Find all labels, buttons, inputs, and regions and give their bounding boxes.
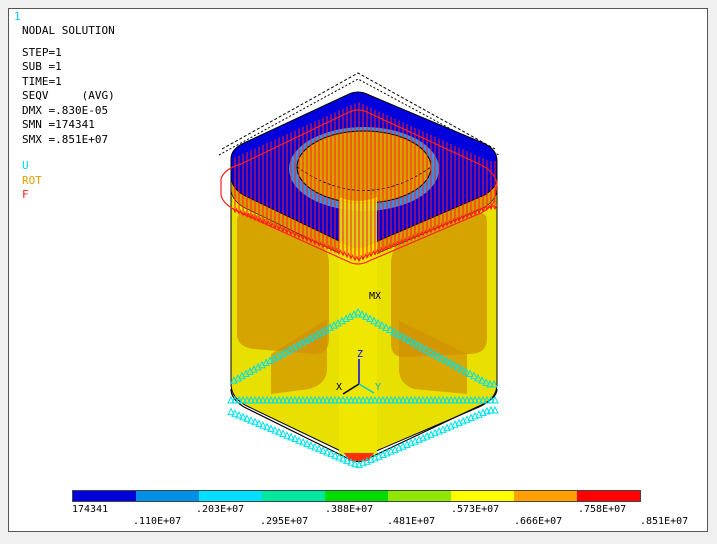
fe-model-plot[interactable]: MX Z X Y bbox=[9, 9, 709, 479]
colorbar-cell-5 bbox=[388, 491, 451, 501]
colorbar-cell-7 bbox=[514, 491, 577, 501]
graphics-viewport[interactable]: 1 NODAL SOLUTION STEP=1 SUB =1 TIME=1 SE… bbox=[8, 8, 708, 532]
cb-label-4: .388E+07 bbox=[325, 504, 374, 515]
triad-z: Z bbox=[357, 349, 363, 360]
colorbar-cell-8 bbox=[577, 491, 640, 501]
colorbar-cell-0 bbox=[73, 491, 136, 501]
triad-x: X bbox=[336, 382, 342, 393]
colorbar-cell-3 bbox=[262, 491, 325, 501]
cb-label-6: .573E+07 bbox=[451, 504, 500, 515]
cb-label-9: .851E+07 bbox=[640, 516, 689, 527]
cb-label-8: .758E+07 bbox=[578, 504, 627, 515]
colorbar-cell-4 bbox=[325, 491, 388, 501]
cb-label-0: 174341 bbox=[72, 504, 109, 515]
cb-label-5: .481E+07 bbox=[387, 516, 436, 527]
cb-label-1: .110E+07 bbox=[133, 516, 182, 527]
colorbar-cell-6 bbox=[451, 491, 514, 501]
contour-colorbar bbox=[72, 490, 641, 502]
cb-label-7: .666E+07 bbox=[514, 516, 563, 527]
colorbar-cell-2 bbox=[199, 491, 262, 501]
cb-label-3: .295E+07 bbox=[260, 516, 309, 527]
cb-label-2: .203E+07 bbox=[196, 504, 245, 515]
colorbar-cell-1 bbox=[136, 491, 199, 501]
triad-y: Y bbox=[375, 382, 381, 393]
mx-label: MX bbox=[369, 291, 381, 302]
